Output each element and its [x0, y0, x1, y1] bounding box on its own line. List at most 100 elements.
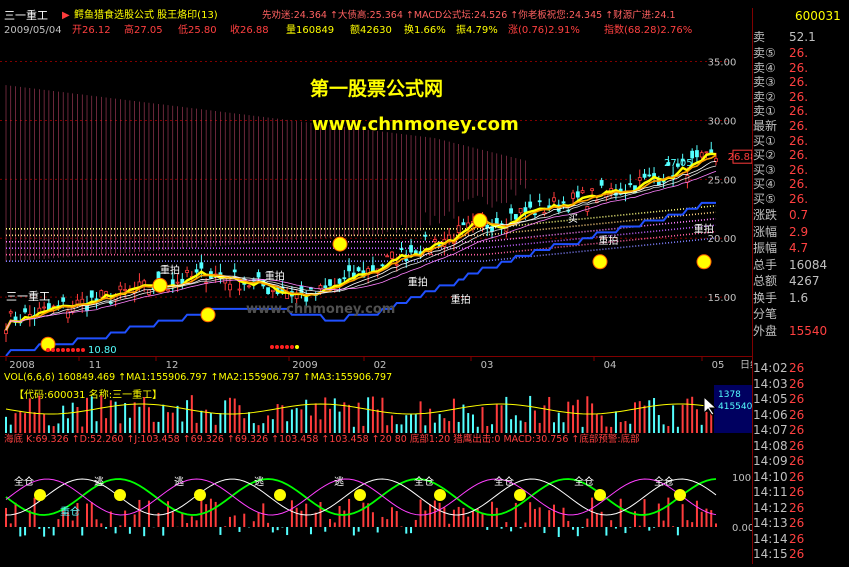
kdj-chart[interactable]: 100.00 0.00 全仓逃逃逃逃全仓全仓全仓全仓重仓 — [0, 447, 752, 564]
macd-bar — [129, 527, 131, 534]
info-high: 高27.05 — [124, 25, 163, 37]
volume-bar — [343, 402, 345, 433]
tick-row-value: 26 — [789, 470, 804, 484]
macd-bar — [200, 498, 202, 527]
stat-row: 外盘15540 — [753, 324, 849, 338]
volume-bar — [648, 400, 650, 433]
volume-bar — [644, 406, 646, 433]
candle-body — [238, 289, 241, 290]
smiley-icon — [333, 237, 347, 251]
macd-bar — [539, 507, 541, 527]
smiley-icon — [593, 255, 607, 269]
macd-bar — [19, 527, 21, 536]
volume-bar — [672, 405, 674, 433]
volume-bar — [229, 398, 231, 433]
macd-bar — [644, 499, 646, 527]
volume-chart-svg: 【代码:600031 名称:三一重工】 1378415540 — [0, 385, 752, 433]
order-row-value: 26. — [789, 104, 808, 118]
candle-body — [90, 291, 93, 297]
tick-row-label: 14:05 — [753, 392, 788, 406]
volume-bar — [291, 410, 293, 433]
kdj-signal-label: 逃 — [254, 475, 264, 488]
macd-bar — [572, 527, 574, 530]
macd-bar — [343, 511, 345, 527]
macd-bar — [272, 527, 274, 532]
macd-bar — [653, 527, 655, 528]
macd-bar — [358, 527, 360, 532]
x-tick-label: 2008 — [9, 360, 34, 371]
smiley-icon — [34, 489, 46, 501]
title-bar: 三一重工 ▶ 鳄鱼猎食选股公式 股王烙印(13) 先劝迷:24.364 ↑大债高… — [0, 8, 752, 24]
candle-body — [357, 268, 360, 271]
order-row-label: 买① — [753, 134, 776, 148]
volume-bar — [482, 407, 484, 433]
macd-bar — [486, 527, 488, 530]
high-label: 27.05 — [664, 158, 693, 169]
candle-body — [700, 153, 703, 157]
info-date: 2009/05/04 — [4, 25, 62, 37]
tick-row-label: 14:13 — [753, 516, 788, 530]
macd-bar — [315, 513, 317, 527]
panel-code: 600031 — [795, 10, 841, 22]
volume-bar — [410, 415, 412, 433]
volume-bar — [534, 410, 536, 433]
signal-dot — [285, 345, 289, 349]
macd-bar — [405, 527, 407, 534]
candle-body — [43, 307, 46, 308]
volume-bar — [138, 407, 140, 433]
candle-body — [581, 191, 584, 193]
macd-bar — [453, 510, 455, 527]
volume-bar — [205, 410, 207, 433]
macd-bar — [567, 521, 569, 527]
volume-bar — [520, 421, 522, 433]
annotation-label: 重拍 — [160, 264, 180, 277]
smiley-icon — [153, 278, 167, 292]
macd-bar — [286, 527, 288, 535]
watermark-title: 第一股票公式网 — [310, 77, 443, 100]
macd-bar — [505, 522, 507, 527]
order-row-label: 最新 — [753, 119, 777, 133]
tick-row-value: 26 — [789, 516, 804, 530]
stock-name: 三一重工 — [4, 10, 48, 22]
candle-body — [638, 178, 641, 181]
stat-row: 涨跌0.7 — [753, 208, 849, 222]
candle-body — [100, 291, 103, 298]
main-price-chart[interactable]: 35.0030.0025.0020.0015.0026.88 第一股票公式网 w… — [0, 38, 752, 356]
volume-bar — [653, 398, 655, 433]
volume-bar — [486, 426, 488, 433]
macd-bar — [396, 511, 398, 527]
macd-bar — [482, 513, 484, 527]
volume-code-label: 【代码:600031 名称:三一重工】 — [14, 388, 162, 401]
order-row-value: 26. — [789, 163, 808, 177]
volume-chart[interactable]: 【代码:600031 名称:三一重工】 1378415540 — [0, 385, 752, 433]
volume-bar — [258, 425, 260, 433]
macd-bar — [224, 526, 226, 527]
stat-row: 振幅4.7 — [753, 241, 849, 255]
volume-bar — [238, 405, 240, 433]
kdj-signal-label: 逃 — [174, 475, 184, 488]
volume-bar — [62, 406, 64, 433]
formula-title[interactable]: 鳄鱼猎食选股公式 股王烙印(13) — [74, 10, 218, 22]
volume-bar — [105, 418, 107, 433]
candle-body — [538, 201, 541, 202]
macd-bar — [529, 502, 531, 527]
candle-body — [386, 256, 389, 257]
stat-row: 换手1.6 — [753, 291, 849, 305]
candle-body — [405, 259, 408, 261]
volume-bar — [362, 426, 364, 433]
stat-row-label: 涨幅 — [753, 225, 777, 239]
macd-bar — [196, 520, 198, 527]
macd-bar — [229, 517, 231, 527]
volume-bar — [191, 395, 193, 433]
macd-bar — [210, 499, 212, 527]
candle-body — [591, 189, 594, 191]
tick-row: 14:0626 — [753, 408, 849, 422]
candle-body — [686, 175, 689, 182]
stat-row: 总手16084 — [753, 258, 849, 272]
tick-row-label: 14:06 — [753, 408, 788, 422]
low-label: 10.80 — [88, 345, 117, 356]
macd-bar — [72, 521, 74, 527]
candle-body — [705, 152, 708, 153]
macd-bar — [91, 502, 93, 527]
order-row-value: 26. — [789, 90, 808, 104]
